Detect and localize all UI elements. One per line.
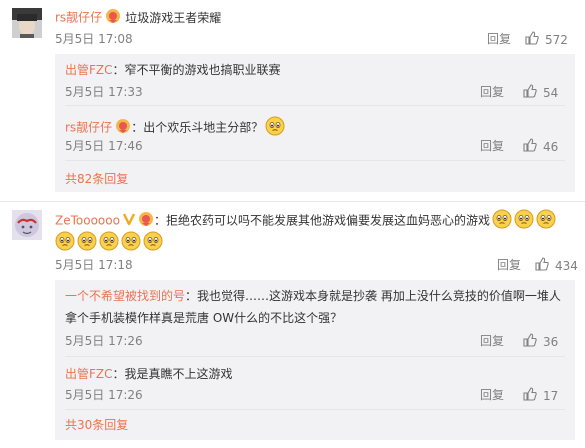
like-button[interactable]: 54	[523, 84, 558, 102]
timestamp: 5月5日 17:08	[55, 32, 133, 46]
reply-timestamp: 5月5日 17:26	[65, 334, 143, 348]
smirk-emoji-icon	[99, 231, 119, 258]
thumbs-up-icon	[525, 31, 539, 49]
reply-button[interactable]: 回复	[487, 31, 511, 47]
reply-body: 出管FZC：我是真瞧不上这游戏	[65, 366, 233, 382]
reply-text: ：我是真瞧不上这游戏	[112, 367, 233, 381]
vip-badge-icon	[115, 118, 131, 138]
reply-username[interactable]: 一个不希望被找到的号	[65, 289, 185, 303]
like-count: 36	[543, 335, 559, 349]
like-button[interactable]: 46	[523, 138, 558, 156]
reply-username[interactable]: 出管FZC	[65, 63, 113, 77]
like-count: 434	[555, 259, 578, 273]
reply-button[interactable]: 回复	[480, 387, 504, 403]
verified-v-icon	[122, 212, 136, 230]
comment-text: 垃圾游戏王者荣耀	[125, 10, 222, 25]
reply-text-continued: 拿个手机装模作样真是荒唐 OW什么的不比这个强？	[65, 311, 343, 325]
comment-body: rs靓仔仔 垃圾游戏王者荣耀	[55, 8, 221, 28]
smirk-emoji-icon	[514, 209, 534, 233]
more-replies-link[interactable]: 共30条回复	[65, 417, 128, 433]
divider	[65, 105, 565, 106]
reply-username[interactable]: rs靓仔仔	[65, 121, 112, 135]
thumbs-up-icon	[523, 387, 537, 405]
smirk-emoji-icon	[265, 116, 285, 140]
divider	[65, 160, 565, 161]
like-button[interactable]: 17	[523, 387, 558, 405]
comment-separator	[0, 201, 585, 202]
emoji-row	[53, 231, 163, 258]
reply-body: 出管FZC：窄不平衡的游戏也搞职业联赛	[65, 62, 281, 78]
timestamp: 5月5日 17:18	[55, 258, 133, 272]
comment-text: ：拒绝农药可以吗不能发展其他游戏偏要发展这血妈恶心的游戏	[153, 213, 490, 228]
smirk-emoji-icon	[536, 209, 556, 233]
reply-timestamp: 5月5日 17:33	[65, 85, 143, 99]
reply-text: ：我也觉得……这游戏本身就是抄袭 再加上没什么竞技的价值啊一堆人	[185, 289, 561, 303]
thumbs-up-icon	[535, 257, 549, 275]
divider	[65, 409, 565, 410]
username[interactable]: rs靓仔仔	[55, 11, 102, 25]
like-button[interactable]: 434	[535, 257, 578, 275]
like-count: 54	[543, 86, 559, 100]
vip-badge-icon	[105, 8, 121, 28]
avatar[interactable]	[12, 8, 42, 38]
smirk-emoji-icon	[77, 231, 97, 258]
reply-username[interactable]: 出管FZC	[65, 367, 113, 381]
reply-button[interactable]: 回复	[480, 84, 504, 100]
comment-body: ZeToooooo ：拒绝农药可以吗不能发展其他游戏偏要发展这血妈恶心的游戏	[55, 209, 556, 233]
smirk-emoji-icon	[55, 231, 75, 258]
like-count: 17	[543, 389, 559, 403]
like-button[interactable]: 36	[523, 333, 558, 351]
smirk-emoji-icon	[143, 231, 163, 258]
divider	[65, 356, 565, 357]
reply-button[interactable]: 回复	[480, 138, 504, 154]
avatar[interactable]	[12, 210, 42, 240]
username[interactable]: ZeToooooo	[55, 214, 120, 228]
reply-text: ：出个欢乐斗地主分部？	[131, 120, 264, 135]
reply-body: rs靓仔仔 ：出个欢乐斗地主分部？	[65, 116, 285, 140]
more-replies-link[interactable]: 共82条回复	[65, 171, 128, 187]
thumbs-up-icon	[523, 84, 537, 102]
reply-button[interactable]: 回复	[480, 333, 504, 349]
replies-box: 一个不希望被找到的号：我也觉得……这游戏本身就是抄袭 再加上没什么竞技的价值啊一…	[55, 280, 575, 440]
reply-button[interactable]: 回复	[497, 257, 521, 273]
reply-body: 一个不希望被找到的号：我也觉得……这游戏本身就是抄袭 再加上没什么竞技的价值啊一…	[65, 288, 561, 304]
like-button[interactable]: 572	[525, 31, 568, 49]
like-count: 46	[543, 140, 559, 154]
smirk-emoji-icon	[121, 231, 141, 258]
thumbs-up-icon	[523, 138, 537, 156]
reply-text: ：窄不平衡的游戏也搞职业联赛	[112, 63, 281, 77]
replies-box: 出管FZC：窄不平衡的游戏也搞职业联赛 5月5日 17:33 回复 54 rs靓…	[55, 54, 575, 192]
thumbs-up-icon	[523, 333, 537, 351]
vip-badge-icon	[138, 211, 154, 231]
reply-timestamp: 5月5日 17:46	[65, 139, 143, 153]
like-count: 572	[545, 33, 568, 47]
smirk-emoji-icon	[492, 209, 512, 233]
reply-timestamp: 5月5日 17:26	[65, 388, 143, 402]
